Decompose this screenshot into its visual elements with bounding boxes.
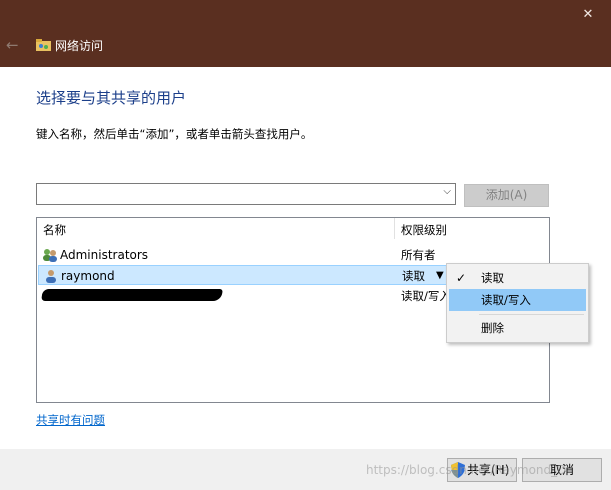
user-icon — [46, 270, 56, 283]
add-button[interactable]: 添加(A) — [464, 184, 549, 207]
caret-down-icon[interactable]: ▼ — [436, 268, 444, 284]
sharing-trouble-link[interactable]: 共享时有问题 — [36, 412, 105, 428]
row-name: Administrators — [60, 248, 149, 262]
user-name-combobox[interactable]: ⌵ — [36, 183, 456, 205]
back-button[interactable]: ← — [6, 36, 19, 54]
checkmark-icon: ✓ — [456, 271, 467, 285]
list-row-administrators[interactable]: Administrators 所有者 — [38, 245, 548, 265]
title-bar: ✕ ← 网络访问 — [0, 0, 611, 67]
row-name: raymond — [61, 269, 115, 283]
network-folder-icon — [36, 39, 51, 51]
instruction-text: 键入名称，然后单击“添加”，或者单击箭头查找用户。 — [36, 127, 313, 141]
column-header-permission[interactable]: 权限级别 — [401, 223, 447, 237]
menu-item-label: 读取/写入 — [481, 293, 531, 307]
row-permission: 读取/写入 — [401, 289, 451, 303]
menu-item-read-write[interactable]: 读取/写入 — [449, 289, 586, 311]
back-arrow-icon: ← — [6, 36, 19, 54]
menu-separator — [479, 314, 584, 315]
permission-menu: ✓ 读取 读取/写入 删除 — [446, 263, 589, 343]
window-title: 网络访问 — [55, 39, 104, 53]
menu-item-read[interactable]: ✓ 读取 — [449, 267, 586, 289]
menu-item-label: 删除 — [481, 321, 504, 335]
close-button[interactable]: ✕ — [565, 0, 611, 30]
menu-item-delete[interactable]: 删除 — [449, 317, 586, 339]
close-icon: ✕ — [582, 7, 594, 22]
watermark-text: https://blog.csdn.net/Raymond_D — [366, 463, 567, 477]
column-divider[interactable] — [394, 218, 395, 239]
row-permission[interactable]: 读取 — [402, 268, 425, 284]
page-heading: 选择要与其共享的用户 — [36, 89, 187, 107]
column-header-name[interactable]: 名称 — [43, 223, 66, 237]
user-group-icon — [43, 249, 57, 262]
redaction-mark — [41, 289, 223, 301]
chevron-down-icon[interactable]: ⌵ — [443, 186, 451, 197]
row-permission: 所有者 — [401, 248, 436, 262]
menu-item-label: 读取 — [481, 271, 504, 285]
